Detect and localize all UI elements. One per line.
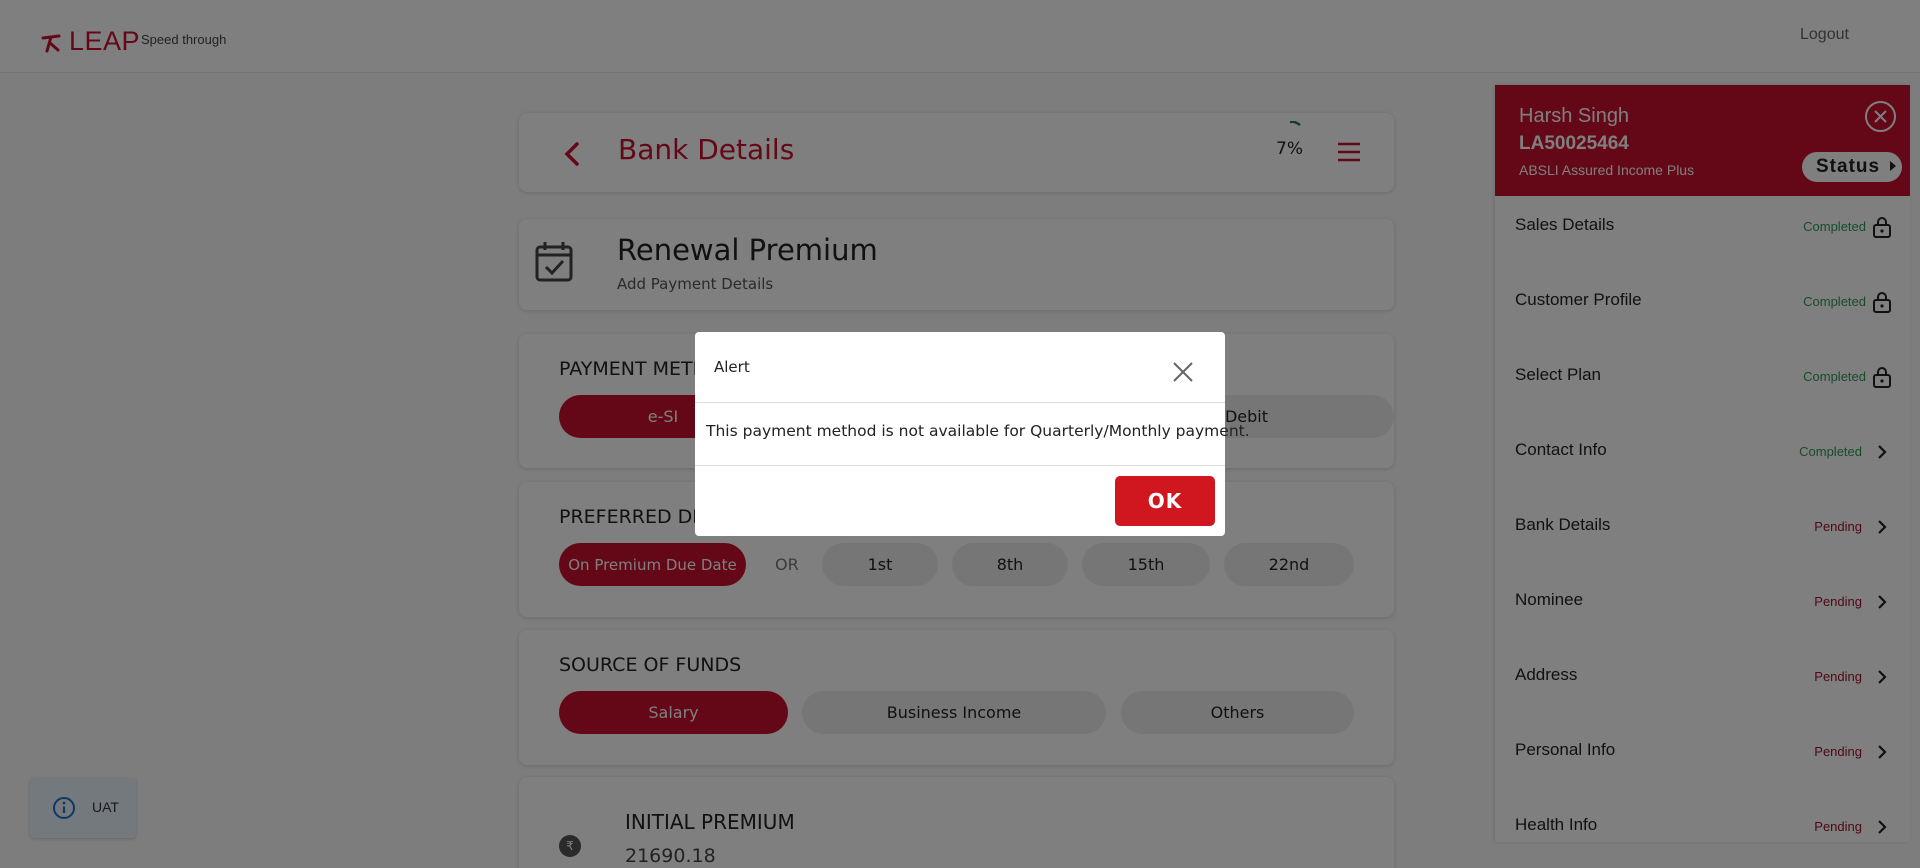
divider (695, 465, 1225, 466)
ok-button[interactable]: OK (1115, 476, 1215, 526)
alert-title: Alert (714, 358, 750, 376)
close-icon[interactable] (1171, 360, 1195, 384)
divider (695, 402, 1225, 403)
alert-dialog: Alert This payment method is not availab… (695, 332, 1250, 536)
alert-message: This payment method is not available for… (706, 422, 1250, 440)
